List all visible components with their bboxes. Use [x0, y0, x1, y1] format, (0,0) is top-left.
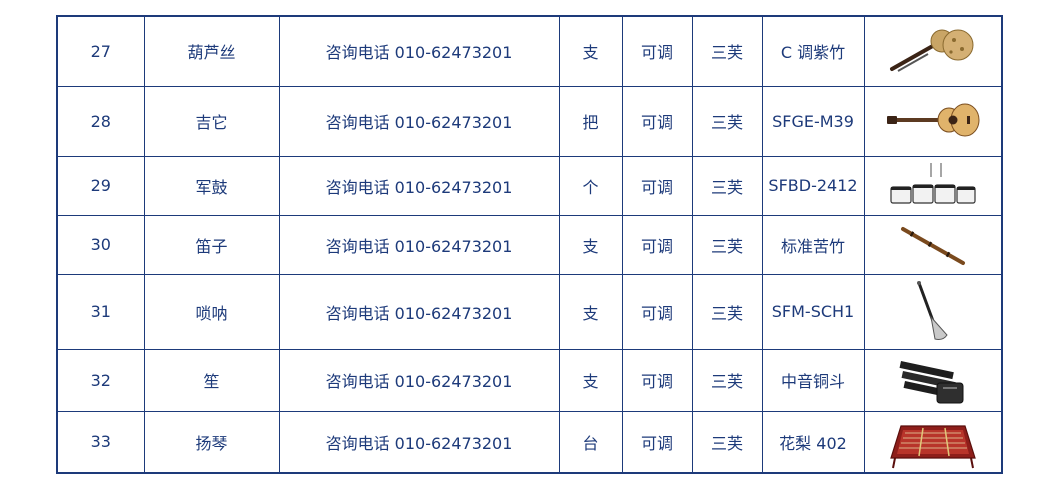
item-tone: 可调	[621, 348, 693, 412]
instrument-table: 27 葫芦丝 咨询电话 010-62473201 支 可调 三芙 C 调紫竹 2…	[56, 15, 1003, 474]
item-number: 27	[56, 15, 145, 87]
item-unit: 支	[558, 15, 623, 87]
item-image-cell	[863, 15, 1003, 87]
item-tone: 可调	[621, 273, 693, 350]
item-number: 32	[56, 348, 145, 412]
item-number: 33	[56, 410, 145, 474]
item-name: 笛子	[143, 214, 280, 275]
item-image-cell	[863, 85, 1003, 157]
guitar-image	[886, 103, 980, 137]
hulusi-image	[889, 29, 974, 73]
item-tone: 可调	[621, 214, 693, 275]
item-image-cell	[863, 214, 1003, 275]
item-number: 31	[56, 273, 145, 350]
item-brand: 三芙	[691, 410, 763, 474]
item-tone: 可调	[621, 85, 693, 157]
item-name: 吉它	[143, 85, 280, 157]
item-unit: 台	[558, 410, 623, 474]
item-model: 花梨 402	[761, 410, 865, 474]
item-brand: 三芙	[691, 348, 763, 412]
item-number: 30	[56, 214, 145, 275]
item-model: SFM-SCH1	[761, 273, 865, 350]
item-name: 扬琴	[143, 410, 280, 474]
table-row: 29 军鼓 咨询电话 010-62473201 个 可调 三芙 SFBD-241…	[56, 155, 1003, 216]
item-image-cell	[863, 348, 1003, 412]
item-number: 28	[56, 85, 145, 157]
item-price: 咨询电话 010-62473201	[278, 155, 560, 216]
item-tone: 可调	[621, 410, 693, 474]
table-row: 30 笛子 咨询电话 010-62473201 支 可调 三芙 标准苦竹	[56, 214, 1003, 275]
table-row: 28 吉它 咨询电话 010-62473201 把 可调 三芙 SFGE-M39	[56, 85, 1003, 157]
item-price: 咨询电话 010-62473201	[278, 348, 560, 412]
sheng-image	[899, 361, 964, 404]
item-image-cell	[863, 273, 1003, 350]
item-image-cell	[863, 410, 1003, 474]
item-brand: 三芙	[691, 214, 763, 275]
item-tone: 可调	[621, 15, 693, 87]
item-unit: 支	[558, 273, 623, 350]
table-row: 32 笙 咨询电话 010-62473201 支 可调 三芙 中音铜斗	[56, 348, 1003, 412]
item-unit: 支	[558, 348, 623, 412]
item-name: 军鼓	[143, 155, 280, 216]
table-row: 31 唢呐 咨询电话 010-62473201 支 可调 三芙 SFM-SCH1	[56, 273, 1003, 350]
item-number: 29	[56, 155, 145, 216]
item-model: 标准苦竹	[761, 214, 865, 275]
marching-drums-image	[890, 162, 976, 204]
item-price: 咨询电话 010-62473201	[278, 214, 560, 275]
item-model: C 调紫竹	[761, 15, 865, 87]
dizi-flute-image	[900, 226, 965, 265]
item-price: 咨询电话 010-62473201	[278, 15, 560, 87]
item-tone: 可调	[621, 155, 693, 216]
item-unit: 把	[558, 85, 623, 157]
item-name: 唢呐	[143, 273, 280, 350]
item-brand: 三芙	[691, 273, 763, 350]
item-unit: 支	[558, 214, 623, 275]
item-name: 葫芦丝	[143, 15, 280, 87]
suona-image	[916, 280, 948, 340]
item-brand: 三芙	[691, 155, 763, 216]
item-model: SFBD-2412	[761, 155, 865, 216]
item-brand: 三芙	[691, 85, 763, 157]
item-price: 咨询电话 010-62473201	[278, 273, 560, 350]
table-row: 33 扬琴 咨询电话 010-62473201 台 可调 三芙 花梨 402	[56, 410, 1003, 474]
item-name: 笙	[143, 348, 280, 412]
item-image-cell	[863, 155, 1003, 216]
item-model: SFGE-M39	[761, 85, 865, 157]
item-model: 中音铜斗	[761, 348, 865, 412]
item-price: 咨询电话 010-62473201	[278, 85, 560, 157]
item-price: 咨询电话 010-62473201	[278, 410, 560, 474]
table-row: 27 葫芦丝 咨询电话 010-62473201 支 可调 三芙 C 调紫竹	[56, 15, 1003, 87]
item-unit: 个	[558, 155, 623, 216]
item-brand: 三芙	[691, 15, 763, 87]
yangqin-image	[889, 425, 976, 468]
